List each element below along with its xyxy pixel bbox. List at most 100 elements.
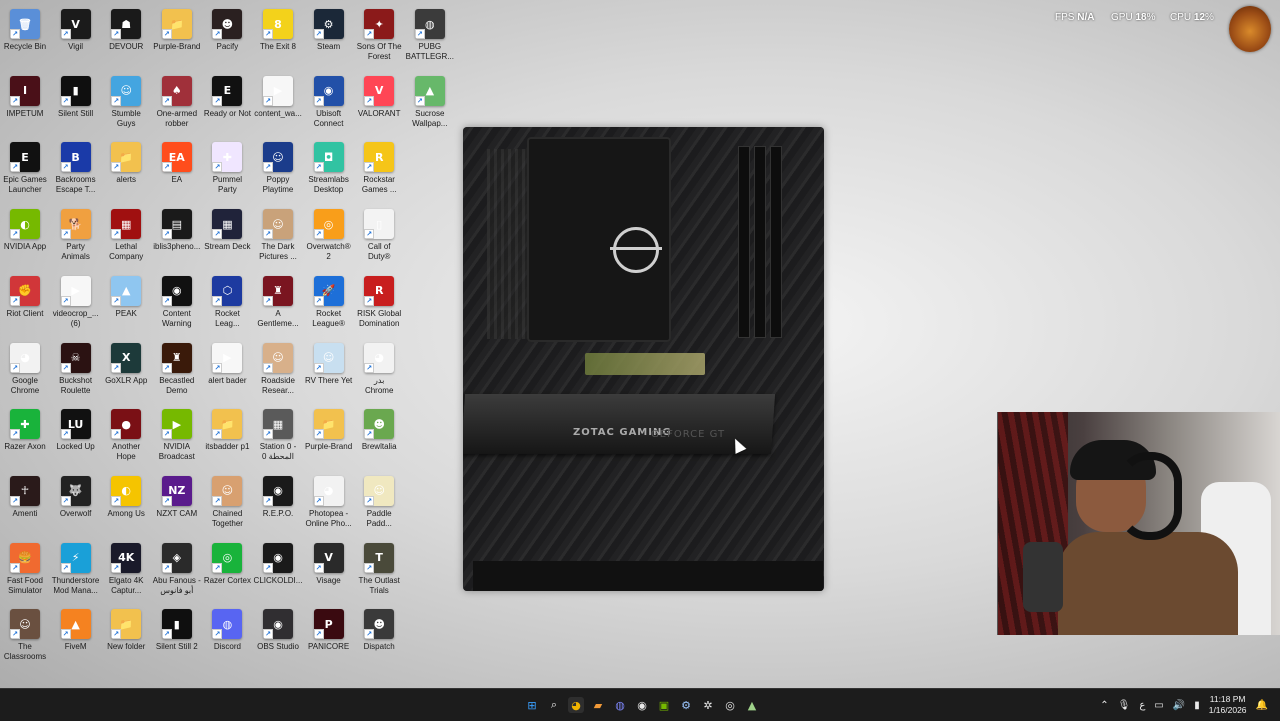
desktop-icon[interactable]: 📁 ↗ alerts	[101, 138, 151, 204]
desktop-icon[interactable]: ☺ ↗ The Classrooms	[0, 605, 50, 671]
desktop-icon[interactable]: ◘ ↗ Streamlabs Desktop	[304, 138, 354, 204]
desktop-icon[interactable]: ☺ ↗ Paddle Padd...	[354, 472, 404, 538]
notification-bell-icon[interactable]: 🔔	[1256, 700, 1268, 711]
desktop-icon[interactable]: ✦ ↗ Sons Of The Forest	[354, 5, 404, 71]
desktop-icon[interactable]: ◉ ↗ OBS Studio	[253, 605, 303, 671]
desktop-icon[interactable]: ▦ ↗ Stream Deck	[202, 205, 252, 271]
microphone-icon[interactable]: 🎙	[1118, 700, 1131, 711]
desktop-icon[interactable]: ☥ ↗ Amenti	[0, 472, 50, 538]
network-icon[interactable]: ▭	[1154, 700, 1163, 711]
desktop-icon[interactable]: ☻ ↗ Dispatch	[354, 605, 404, 671]
desktop-icon[interactable]: E ↗ Ready or Not	[202, 72, 252, 138]
desktop-icon[interactable]: EA ↗ EA	[152, 138, 202, 204]
desktop-icon[interactable]: ◍ ↗ PUBG BATTLEGR...	[405, 5, 455, 71]
desktop-icon[interactable]: ♜ ↗ Becastled Demo	[152, 339, 202, 405]
language-indicator[interactable]: ع	[1139, 700, 1145, 711]
desktop-icon[interactable]: ▯ ↗ Call of Duty®	[354, 205, 404, 271]
game-icon[interactable]: ◎	[722, 697, 738, 713]
desktop-icon[interactable]: ◐ ↗ NVIDIA App	[0, 205, 50, 271]
desktop-icon[interactable]: ◍ ↗ Discord	[202, 605, 252, 671]
search-icon[interactable]: ⌕	[546, 697, 562, 713]
desktop-icon[interactable]: 🐕 ↗ Party Animals	[51, 205, 101, 271]
desktop-icon[interactable]: ◉ ↗ CLICKOLDI...	[253, 539, 303, 605]
desktop-icon[interactable]: ▮ ↗ Silent Still 2	[152, 605, 202, 671]
chrome-icon[interactable]: ◕	[568, 697, 584, 713]
desktop-icon[interactable]: V ↗ Vigil	[51, 5, 101, 71]
desktop-icon[interactable]: 8 ↗ The Exit 8	[253, 5, 303, 71]
desktop-icon[interactable]: ♜ ↗ A Gentleme...	[253, 272, 303, 338]
desktop-icon[interactable]: ▶ ↗ videocrop_... (6)	[51, 272, 101, 338]
desktop-icon[interactable]: 📁 ↗ itsbadder p1	[202, 405, 252, 471]
desktop-icon[interactable]: B ↗ Backrooms Escape T...	[51, 138, 101, 204]
desktop-icon[interactable]: 🚀 ↗ Rocket League®	[304, 272, 354, 338]
desktop-icon[interactable]: ☠ ↗ Buckshot Roulette	[51, 339, 101, 405]
desktop-icon[interactable]: ☺ ↗ Poppy Playtime	[253, 138, 303, 204]
discord-icon[interactable]: ◍	[612, 697, 628, 713]
desktop-icon[interactable]: ▶ ↗ NVIDIA Broadcast	[152, 405, 202, 471]
desktop-icon[interactable]: ◐ ↗ Among Us	[101, 472, 151, 538]
desktop-icon[interactable]: LU ↗ Locked Up	[51, 405, 101, 471]
obs-icon[interactable]: ◉	[634, 697, 650, 713]
desktop-icon[interactable]: ▲ ↗ PEAK	[101, 272, 151, 338]
desktop-icon[interactable]: V ↗ Visage	[304, 539, 354, 605]
desktop-icon[interactable]: ♠ ↗ One-armed robber	[152, 72, 202, 138]
steam-icon[interactable]: ⚙	[678, 697, 694, 713]
desktop-icon[interactable]: ☺ ↗ Roadside Resear...	[253, 339, 303, 405]
desktop-icon[interactable]: 🗑 ↗ Recycle Bin	[0, 5, 50, 71]
desktop-icon[interactable]: ◉ ↗ Ubisoft Connect	[304, 72, 354, 138]
desktop-icon[interactable]: ◈ ↗ Abu Fanous - أبو فانوس	[152, 539, 202, 605]
settings-icon[interactable]: ✲	[700, 697, 716, 713]
desktop-icon[interactable]: ◉ ↗ R.E.P.O.	[253, 472, 303, 538]
desktop-icon[interactable]: ▮ ↗ Silent Still	[51, 72, 101, 138]
desktop-icon[interactable]: 🐺 ↗ Overwolf	[51, 472, 101, 538]
desktop-icon[interactable]: ✚ ↗ Pummel Party	[202, 138, 252, 204]
clock[interactable]: 11:18 PM 1/16/2026	[1209, 694, 1247, 716]
desktop-icon[interactable]: NZ ↗ NZXT CAM	[152, 472, 202, 538]
desktop-icon[interactable]: ▦ ↗ Lethal Company	[101, 205, 151, 271]
desktop-icon[interactable]: ◎ ↗ Razer Cortex	[202, 539, 252, 605]
chevron-up-icon[interactable]: ⌃	[1100, 700, 1108, 711]
desktop-icon[interactable]: ☺ ↗ Stumble Guys	[101, 72, 151, 138]
desktop-icon[interactable]: ☺ ↗ Chained Together	[202, 472, 252, 538]
desktop-icon[interactable]: 📁 ↗ New folder	[101, 605, 151, 671]
desktop-icon[interactable]: R ↗ Rockstar Games ...	[354, 138, 404, 204]
desktop-icon[interactable]: ☺ ↗ The Dark Pictures ...	[253, 205, 303, 271]
desktop-icon[interactable]: ✊ ↗ Riot Client	[0, 272, 50, 338]
desktop-icon[interactable]: ☺ ↗ RV There Yet	[304, 339, 354, 405]
desktop-icon[interactable]: ▤ ↗ iblis3pheno...	[152, 205, 202, 271]
app-icon[interactable]: ▲	[744, 697, 760, 713]
desktop-icon[interactable]: ▲ ↗ FiveM	[51, 605, 101, 671]
desktop-icon[interactable]: T ↗ The Outlast Trials	[354, 539, 404, 605]
desktop-icon[interactable]: E ↗ Epic Games Launcher	[0, 138, 50, 204]
desktop-icon[interactable]: ▶ ↗ alert bader	[202, 339, 252, 405]
desktop-icon[interactable]: ⬡ ↗ Rocket Leag...	[202, 272, 252, 338]
desktop-icon[interactable]: ◉ ↗ Content Warning	[152, 272, 202, 338]
desktop-icon[interactable]: ▦ ↗ Station 0 - المحطة 0	[253, 405, 303, 471]
desktop-icon[interactable]: ⚡ ↗ Thunderstore Mod Mana...	[51, 539, 101, 605]
desktop-icon[interactable]: 🍔 ↗ Fast Food Simulator	[0, 539, 50, 605]
desktop-icon[interactable]: ◕ ↗ Photopea - Online Pho...	[304, 472, 354, 538]
desktop-icon[interactable]: ✚ ↗ Razer Axon	[0, 405, 50, 471]
desktop-icon[interactable]: I ↗ IMPETUM	[0, 72, 50, 138]
desktop-icon[interactable]: ▶ ↗ content_wa...	[253, 72, 303, 138]
desktop-icon[interactable]: X ↗ GoXLR App	[101, 339, 151, 405]
desktop-icon[interactable]: 📁 ↗ Purple-Brand	[304, 405, 354, 471]
desktop-icon[interactable]: ☗ ↗ DEVOUR	[101, 5, 151, 71]
desktop-icon[interactable]: P ↗ PANICORE	[304, 605, 354, 671]
desktop-icon[interactable]: V ↗ VALORANT	[354, 72, 404, 138]
desktop-icon[interactable]: 4K ↗ Elgato 4K Captur...	[101, 539, 151, 605]
desktop-icon[interactable]: 📁 ↗ Purple-Brand	[152, 5, 202, 71]
desktop-icon[interactable]: ☻ ↗ Pacify	[202, 5, 252, 71]
file-manager-icon[interactable]: ▰	[590, 697, 606, 713]
desktop-icon[interactable]: ◎ ↗ Overwatch® 2	[304, 205, 354, 271]
desktop-icon[interactable]: ● ↗ Another Hope	[101, 405, 151, 471]
windows-start-icon[interactable]: ⊞	[524, 697, 540, 713]
desktop-icon[interactable]: ◕ ↗ بدر Chrome	[354, 339, 404, 405]
desktop-icon[interactable]: ▲ ↗ Sucrose Wallpap...	[405, 72, 455, 138]
nvidia-icon[interactable]: ▣	[656, 697, 672, 713]
desktop-icon[interactable]: ⚙ ↗ Steam	[304, 5, 354, 71]
desktop-icon[interactable]: ◕ ↗ Google Chrome	[0, 339, 50, 405]
volume-icon[interactable]: 🔊	[1173, 700, 1185, 711]
battery-icon[interactable]: ▮	[1194, 700, 1200, 711]
desktop-icon[interactable]: ☻ ↗ Brewltalia	[354, 405, 404, 471]
